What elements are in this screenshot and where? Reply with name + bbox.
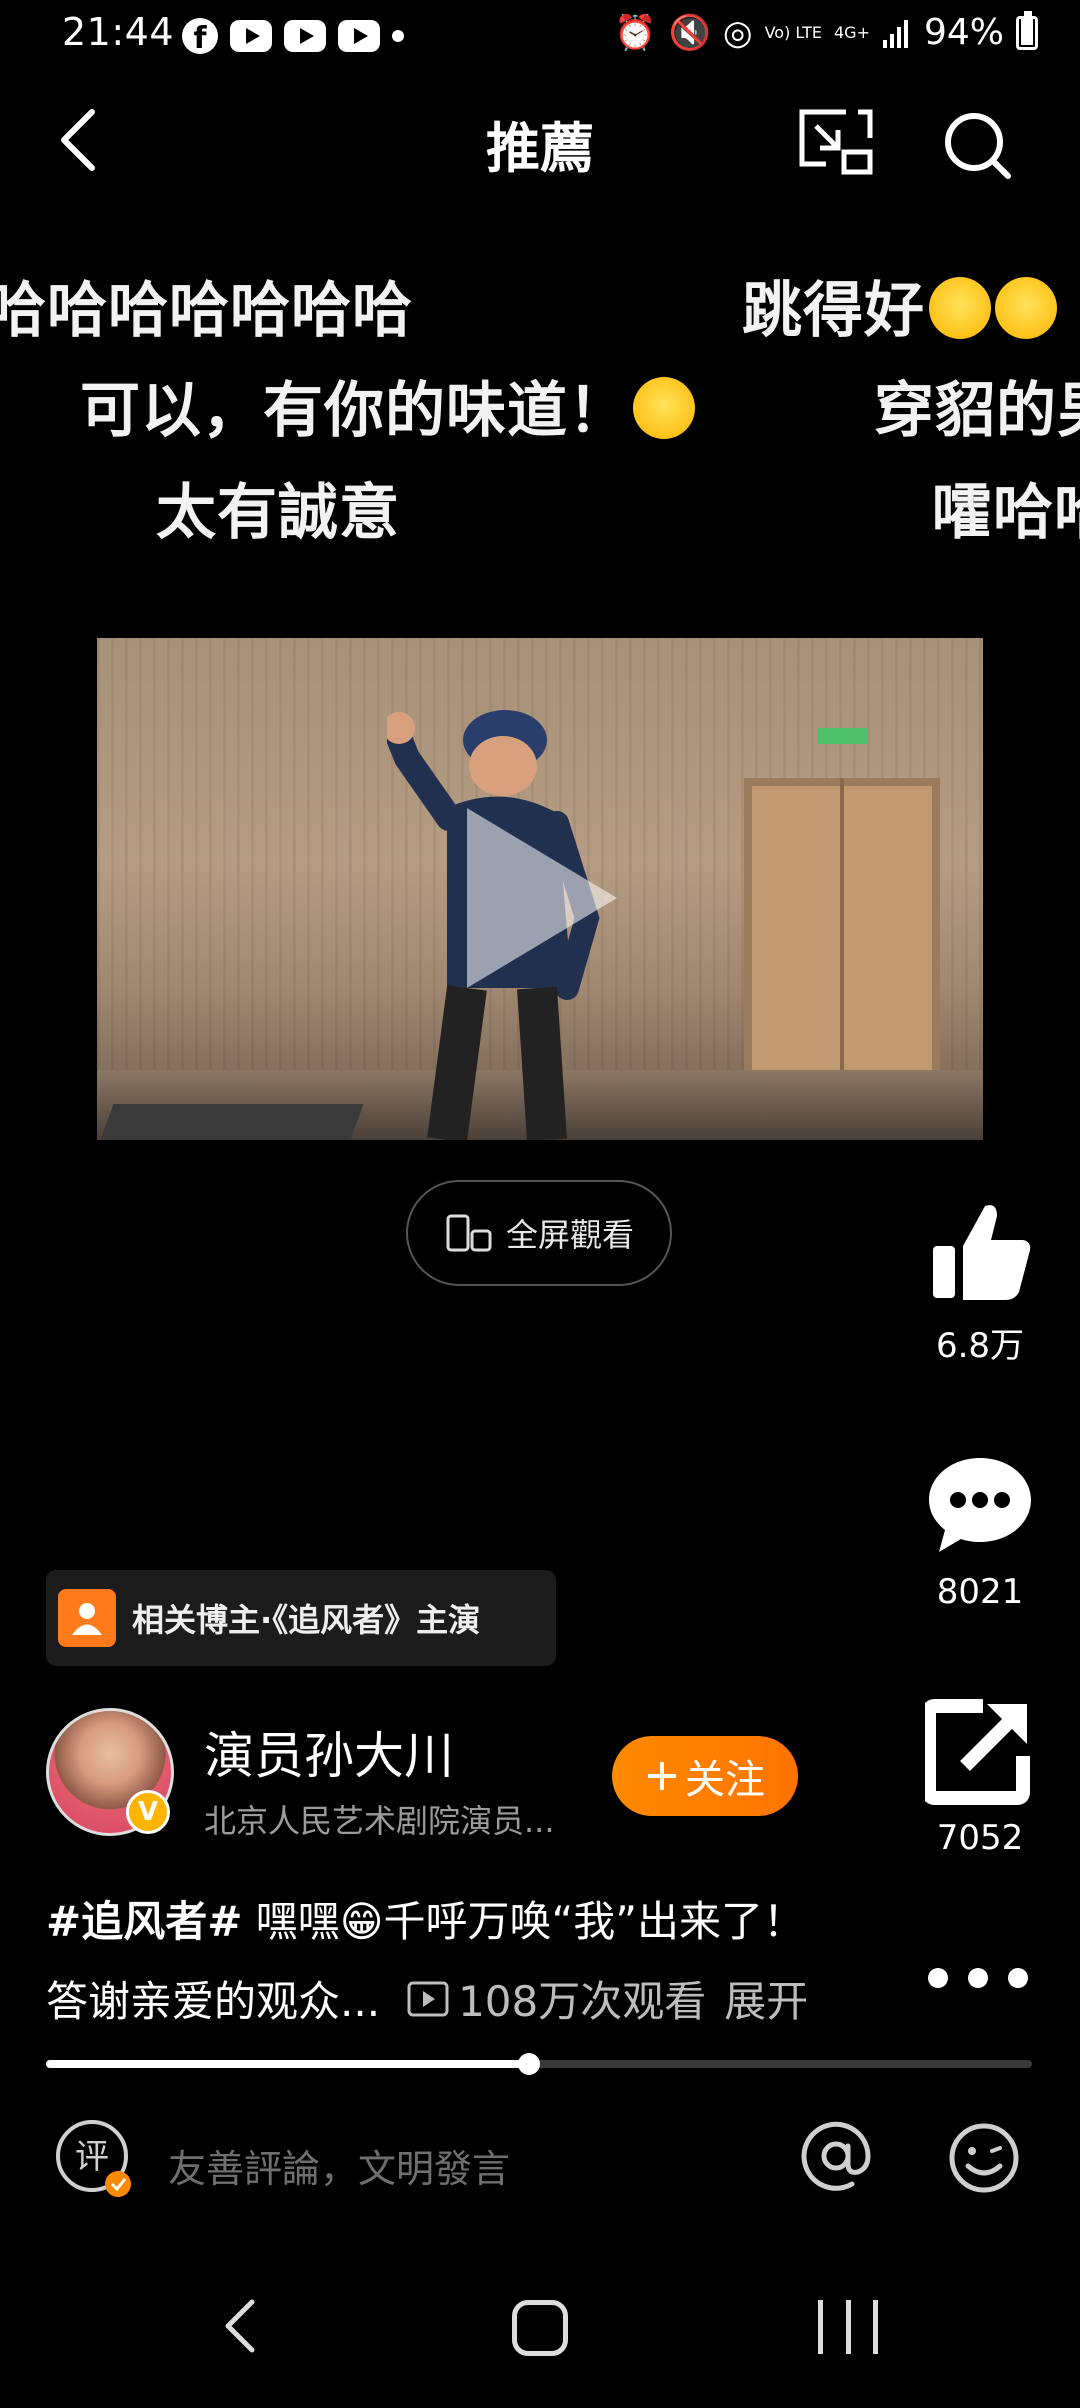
notification-icons: f [182,18,404,54]
play-count-icon [407,1981,449,2016]
danmaku-comment: 哈哈哈哈哈哈哈 [0,276,413,346]
page-title: 推薦 [486,117,594,180]
system-back-icon[interactable] [220,2296,260,2356]
danmaku-comment: 嚯哈哈 [932,478,1080,548]
author-name[interactable]: 演员孙大川 [204,1716,454,1788]
comment-icon-char: 评 [75,2137,109,2177]
mention-icon[interactable] [796,2116,876,2196]
expand-link[interactable]: 展开 [724,1968,808,2029]
comment-input[interactable]: 友善評論，文明發言 [168,2138,510,2193]
like-button[interactable]: 6.8万 [910,1196,1050,1367]
battery-percent: 94% [923,12,1004,53]
youtube-icon [338,20,380,52]
view-count: 108万次观看 [406,1968,706,2029]
video-door [744,778,940,1078]
caption-text: 嘿嘿😁千呼万唤“我”出来了！ [242,1897,806,1946]
mute-icon: 🔇 [668,12,711,53]
person-icon [58,1589,116,1647]
video-caption-line2: 答谢亲爱的观众... 108万次观看 展开 [46,1968,808,2029]
like-count: 6.8万 [935,1326,1025,1366]
comment-button[interactable]: 8021 [910,1450,1050,1612]
pip-icon[interactable] [798,108,878,178]
share-count: 7052 [936,1818,1024,1858]
follow-label: 关注 [685,1757,765,1803]
danmaku-comment: 太有誠意 [156,478,400,548]
facebook-icon: f [182,18,218,54]
author-description: 北京人民艺术剧院演员... [204,1802,555,1840]
video-progress-bar[interactable] [46,2053,1032,2075]
share-icon [922,1699,1030,1805]
thumbs-up-icon [933,1205,1031,1300]
youtube-icon [230,20,272,52]
video-player[interactable] [97,638,983,1140]
network-type: 4G+ [834,22,870,42]
play-icon[interactable] [467,808,617,988]
related-creator-label: 相关博主·《追风者》主演 [132,1601,481,1639]
danmaku-comment: 穿貂的男 [874,376,1080,446]
comment-count: 8021 [936,1572,1024,1612]
more-notifications-dot [392,30,404,42]
progress-fill [46,2060,530,2068]
laugh-emoji-icon [929,277,991,339]
system-home-icon[interactable] [512,2300,568,2356]
hashtag-link[interactable]: #追风者# [46,1897,242,1946]
volte-icon: Vo) LTE [764,22,822,42]
more-dot-icon [928,1968,948,1988]
fullscreen-label: 全屏觀看 [505,1216,634,1254]
rotate-phone-icon [446,1214,492,1252]
youtube-icon [284,20,326,52]
system-recents-icon[interactable] [818,2300,878,2354]
video-exit-sign [817,728,867,744]
progress-handle[interactable] [518,2053,541,2075]
system-status-icons: ⏰ 🔇 ◎ Vo) LTE 4G+ 94% [614,10,1038,53]
more-dot-icon [968,1968,988,1988]
search-icon[interactable] [938,106,1018,186]
laugh-emoji-icon [995,277,1057,339]
video-caption: #追风者# 嘿嘿😁千呼万唤“我”出来了！ [46,1888,805,1949]
hotspot-icon: ◎ [722,12,753,53]
emoji-icon[interactable] [944,2118,1024,2198]
related-creator-tag[interactable]: 相关博主·《追风者》主演 [46,1570,556,1666]
more-options-button[interactable] [928,1958,1058,1998]
battery-icon [1016,10,1038,50]
share-button[interactable]: 7052 [910,1696,1050,1858]
signal-icon [882,19,908,48]
video-stage [100,1104,364,1140]
comment-bubble-icon [929,1458,1031,1552]
verified-badge-icon: V [126,1790,170,1834]
plus-icon [648,1762,676,1790]
danmaku-comment: 可以，有你的味道！ [80,362,695,449]
comment-write-icon[interactable]: 评 [52,2116,138,2202]
more-dot-icon [1008,1968,1028,1988]
status-bar: 21:44 f ⏰ 🔇 ◎ Vo) LTE 4G+ 94% [0,0,1080,72]
caption-text-truncated: 答谢亲爱的观众... [46,1977,381,2026]
follow-button[interactable]: 关注 [612,1736,798,1816]
fullscreen-button[interactable]: 全屏觀看 [406,1180,672,1286]
status-time: 21:44 [62,10,175,54]
alarm-icon: ⏰ [614,12,657,53]
danmaku-comment: 跳得好 [742,262,1057,349]
view-count-text: 108万次观看 [458,1977,707,2026]
thinking-emoji-icon [633,377,695,439]
